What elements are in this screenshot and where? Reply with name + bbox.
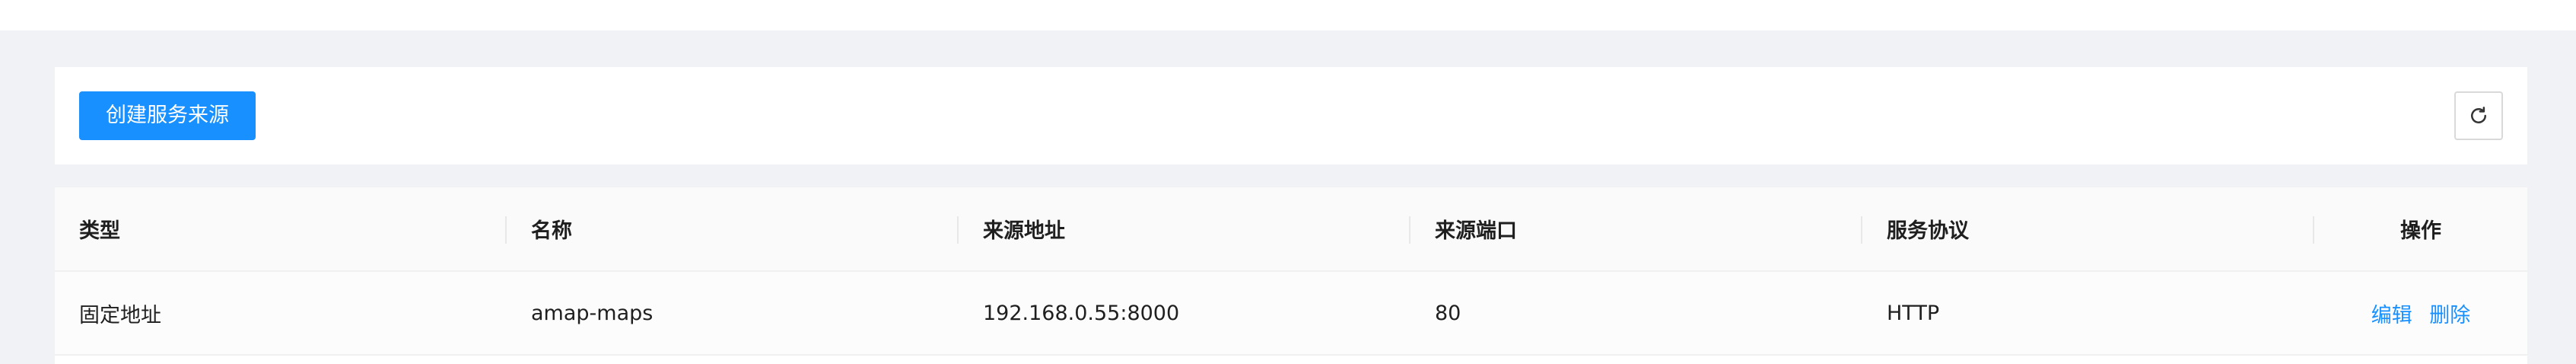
table-row: 固定地址 amap-maps 192.168.0.55:8000 80 HTTP… — [55, 271, 2527, 356]
column-header-port: 来源端口 — [1410, 187, 1862, 272]
cell-protocol: HTTP — [1862, 271, 2314, 356]
delete-link[interactable]: 删除 — [2429, 304, 2470, 327]
cell-actions: 编辑 删除 — [2314, 271, 2527, 356]
column-header-protocol: 服务协议 — [1862, 187, 2314, 272]
column-header-type: 类型 — [55, 187, 507, 272]
edit-link[interactable]: 编辑 — [2371, 304, 2412, 327]
toolbar: 创建服务来源 — [55, 67, 2527, 164]
column-header-address: 来源地址 — [959, 187, 1410, 272]
column-header-actions: 操作 — [2314, 187, 2527, 272]
top-header-bar — [0, 0, 2576, 30]
cell-address: 192.168.0.55:8000 — [959, 271, 1410, 356]
cell-type: 固定地址 — [55, 271, 507, 356]
service-source-table: 类型 名称 来源地址 来源端口 服务协议 操作 固定地址 amap-maps 1… — [55, 187, 2527, 364]
cell-port: 80 — [1410, 271, 1862, 356]
column-header-name: 名称 — [507, 187, 959, 272]
refresh-button[interactable] — [2454, 91, 2503, 140]
cell-name: amap-maps — [507, 271, 959, 356]
create-service-source-button[interactable]: 创建服务来源 — [79, 91, 256, 140]
refresh-icon — [2471, 107, 2486, 123]
table-header-row: 类型 名称 来源地址 来源端口 服务协议 操作 — [55, 187, 2527, 272]
